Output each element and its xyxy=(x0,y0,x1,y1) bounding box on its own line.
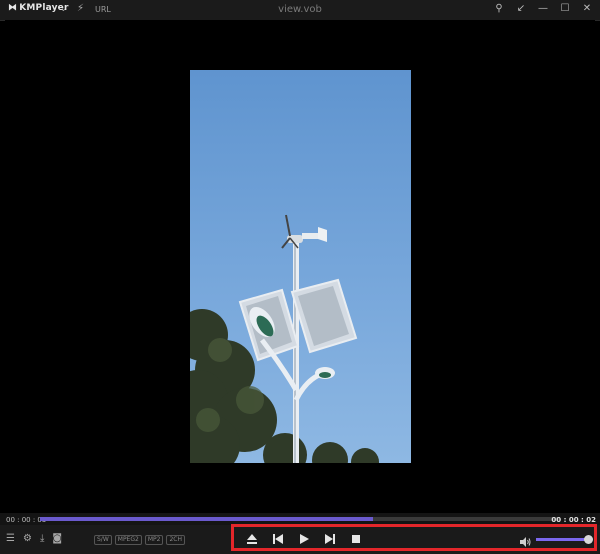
badge-video-codec[interactable]: MPEG2 xyxy=(114,535,142,545)
seek-bar-fill xyxy=(40,517,373,521)
next-icon[interactable] xyxy=(322,532,338,546)
title-bar: ⧓ KMPlayer ⌄ ⚡ URL view.vob ⚲ ↙ — ☐ ✕ xyxy=(0,0,600,21)
maximize-icon[interactable]: ☐ xyxy=(558,2,572,16)
video-frame-image xyxy=(190,70,411,463)
settings-gear-icon[interactable]: ⚙ xyxy=(23,533,32,545)
video-viewport[interactable] xyxy=(5,20,595,513)
window-controls: ⚲ ↙ — ☐ ✕ xyxy=(492,2,594,16)
transport-controls xyxy=(244,532,374,546)
video-frame xyxy=(190,70,411,463)
stop-icon[interactable] xyxy=(348,532,364,546)
close-icon[interactable]: ✕ xyxy=(580,2,594,16)
volume-speaker-icon[interactable] xyxy=(519,533,531,547)
minimize-icon[interactable]: — xyxy=(536,2,550,16)
badge-audio-codec[interactable]: MP2 xyxy=(144,535,164,545)
restore-arrow-icon[interactable]: ↙ xyxy=(514,2,528,16)
play-icon[interactable] xyxy=(296,532,312,546)
total-time[interactable]: 00 : 00 : 02 xyxy=(551,516,596,524)
previous-icon[interactable] xyxy=(270,532,286,546)
logo-menu-chevron-icon[interactable]: ⌄ xyxy=(60,4,67,13)
lightning-icon[interactable]: ⚡ xyxy=(77,3,84,14)
badge-sw[interactable]: S/W xyxy=(94,535,112,545)
left-controls: ☰ ⚙ ⤓ ◙ xyxy=(6,533,62,545)
volume-slider[interactable] xyxy=(536,535,593,544)
volume-slider-knob[interactable] xyxy=(584,535,593,544)
eject-icon[interactable] xyxy=(244,532,260,546)
pin-icon[interactable]: ⚲ xyxy=(492,2,506,16)
url-button[interactable]: URL xyxy=(95,5,111,14)
vr-glasses-icon[interactable]: ◙ xyxy=(52,533,62,545)
window-title: view.vob xyxy=(278,4,322,15)
codec-badges: S/W MPEG2 MP2 2CH xyxy=(94,535,185,545)
kmplayer-logo-icon: ⧓ xyxy=(8,3,18,13)
badge-channels[interactable]: 2CH xyxy=(166,535,185,545)
capture-icon[interactable]: ⤓ xyxy=(40,533,44,545)
volume-slider-fill xyxy=(536,538,588,541)
seek-bar[interactable] xyxy=(40,517,560,521)
playlist-menu-icon[interactable]: ☰ xyxy=(6,533,15,545)
